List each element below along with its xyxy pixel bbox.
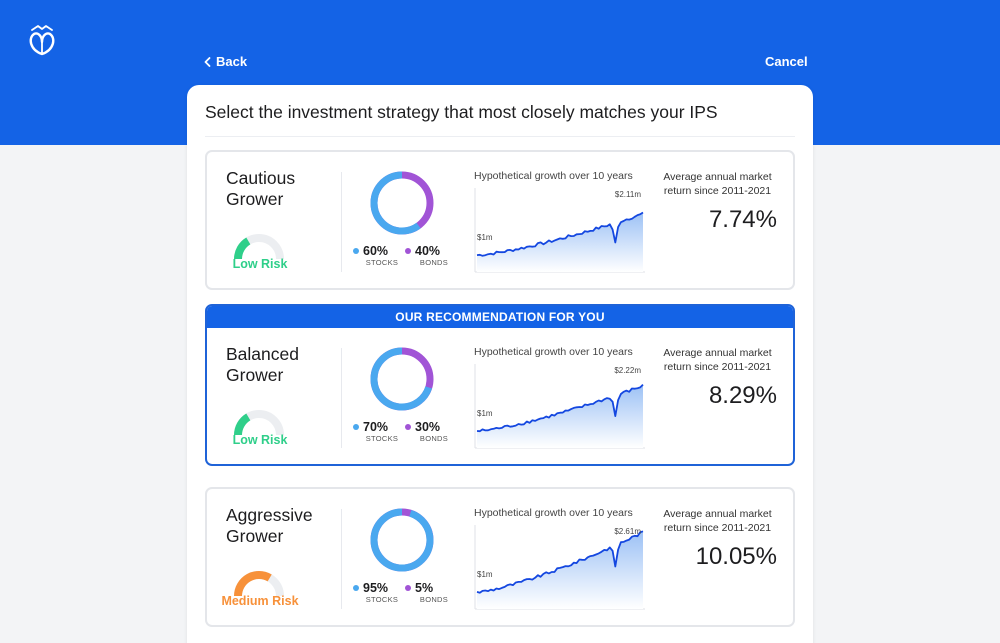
- chart-end-label: $2.11m: [615, 190, 641, 199]
- stocks-allocation: 70% STOCKS: [353, 420, 403, 443]
- stocks-label: STOCKS: [365, 434, 399, 443]
- card-body: Aggressive Grower Medium Risk 95% STOCKS 5% B…: [207, 489, 793, 625]
- growth-area: [477, 384, 643, 448]
- risk-label: Low Risk: [232, 433, 288, 447]
- bonds-allocation: 5% BONDS: [405, 581, 455, 604]
- chart-start-label: $1m: [477, 409, 493, 418]
- bonds-dot-icon: [405, 424, 411, 430]
- stocks-percent: 70%: [363, 420, 389, 434]
- stocks-dot-icon: [353, 248, 359, 254]
- chart-end-label: $2.22m: [614, 366, 641, 375]
- strategy-card-balanced-grower[interactable]: OUR RECOMMENDATION FOR YOU Balanced Growe…: [205, 304, 795, 466]
- card-body: Balanced Grower Low Risk 70% STOCKS 30% BONDS…: [207, 328, 793, 464]
- divider: [341, 348, 342, 448]
- chart-start-label: $1m: [477, 233, 493, 242]
- chart-title: Hypothetical growth over 10 years: [474, 507, 633, 519]
- strategy-card-aggressive-grower[interactable]: Aggressive Grower Medium Risk 95% STOCKS 5% B…: [205, 487, 795, 627]
- bonds-percent: 30%: [415, 420, 441, 434]
- bonds-percent: 40%: [415, 244, 441, 258]
- stocks-label: STOCKS: [365, 258, 399, 267]
- return-value: 8.29%: [708, 382, 777, 409]
- allocation-donut: [370, 171, 434, 235]
- bonds-allocation: 30% BONDS: [405, 420, 455, 443]
- return-value: 10.05%: [695, 543, 777, 570]
- chart-start-label: $1m: [477, 570, 493, 579]
- cancel-button[interactable]: Cancel: [765, 54, 808, 69]
- strategy-name: Cautious Grower: [226, 168, 296, 209]
- risk-label: Medium Risk: [221, 594, 299, 608]
- bonds-label: BONDS: [419, 434, 449, 443]
- page-title: Select the investment strategy that most…: [205, 102, 718, 122]
- strategy-name: Aggressive Grower: [226, 505, 313, 546]
- strategy-name: Balanced Grower: [226, 344, 299, 385]
- chart-title: Hypothetical growth over 10 years: [474, 170, 633, 182]
- chart-end-label: $2.61m: [614, 527, 641, 536]
- return-value: 7.74%: [708, 206, 777, 233]
- allocation-donut: [370, 508, 434, 572]
- stocks-percent: 60%: [363, 244, 389, 258]
- stocks-dot-icon: [353, 424, 359, 430]
- bonds-allocation: 40% BONDS: [405, 244, 455, 267]
- growth-chart: $1m $2.11m: [474, 188, 645, 273]
- bonds-dot-icon: [405, 248, 411, 254]
- bonds-dot-icon: [405, 585, 411, 591]
- divider: [205, 136, 795, 137]
- growth-chart: $1m $2.61m: [474, 525, 645, 610]
- chevron-left-icon: [204, 56, 211, 67]
- strategy-panel: Select the investment strategy that most…: [187, 85, 813, 643]
- stocks-label: STOCKS: [365, 595, 399, 604]
- growth-area: [477, 212, 643, 272]
- back-label: Back: [216, 54, 248, 69]
- divider: [341, 172, 342, 272]
- risk-label: Low Risk: [232, 257, 288, 271]
- stocks-percent: 95%: [363, 581, 389, 595]
- stocks-allocation: 95% STOCKS: [353, 581, 403, 604]
- growth-chart: $1m $2.22m: [474, 364, 645, 449]
- leaf-logo-icon[interactable]: [24, 22, 60, 58]
- return-label: Average annual market return since 2011-…: [663, 171, 772, 197]
- divider: [341, 509, 342, 609]
- bonds-label: BONDS: [419, 258, 449, 267]
- return-label: Average annual market return since 2011-…: [663, 347, 772, 373]
- bonds-percent: 5%: [415, 581, 434, 595]
- bonds-label: BONDS: [419, 595, 449, 604]
- chart-title: Hypothetical growth over 10 years: [474, 346, 633, 358]
- allocation-donut: [370, 347, 434, 411]
- back-button[interactable]: Back: [204, 54, 247, 69]
- stocks-dot-icon: [353, 585, 359, 591]
- strategy-card-cautious-grower[interactable]: Cautious Grower Low Risk 60% STOCKS 40% BONDS…: [205, 150, 795, 290]
- growth-area: [477, 531, 643, 609]
- card-body: Cautious Grower Low Risk 60% STOCKS 40% BONDS…: [207, 152, 793, 288]
- stocks-allocation: 60% STOCKS: [353, 244, 403, 267]
- return-label: Average annual market return since 2011-…: [663, 508, 772, 534]
- recommendation-banner: OUR RECOMMENDATION FOR YOU: [207, 306, 793, 328]
